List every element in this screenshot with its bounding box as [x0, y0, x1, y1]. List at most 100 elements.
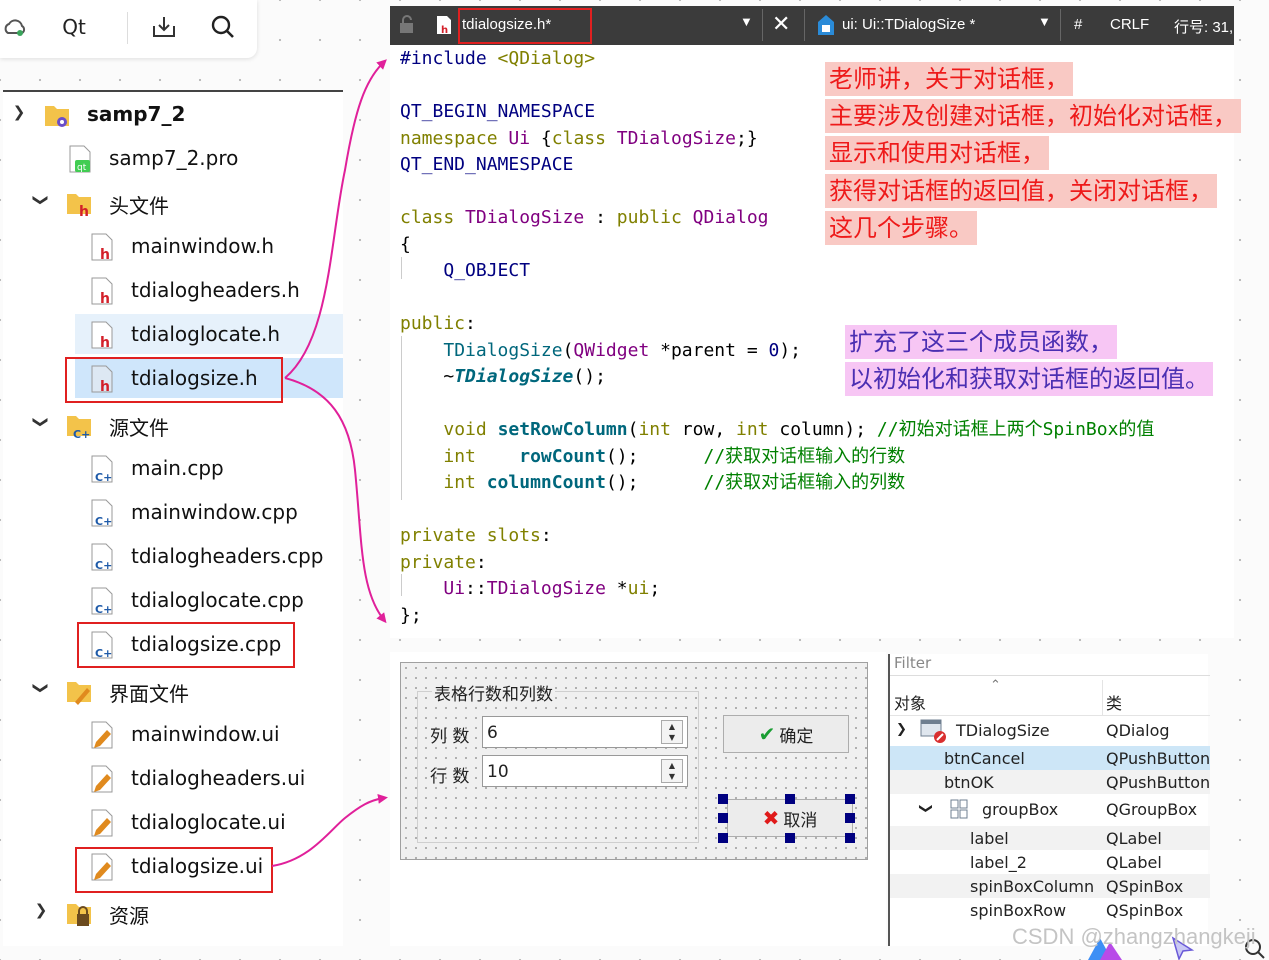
filter-field[interactable]: Filter	[890, 654, 1210, 676]
tree-item-label: tdialoglocate.h	[131, 322, 281, 346]
column-spinbox[interactable]: 6 ▲ ▼	[482, 716, 688, 748]
spin-arrows-icon[interactable]: ▲ ▼	[661, 759, 683, 783]
inspector-row-btncancel[interactable]: btnCancel QPushButton	[890, 746, 1210, 770]
spin-arrows-icon[interactable]: ▲ ▼	[661, 720, 683, 744]
resize-handle[interactable]	[718, 794, 728, 804]
note-pink-line-1: 扩充了这三个成员函数，	[845, 325, 1117, 359]
cloud-icon[interactable]	[0, 10, 30, 44]
tree-group-headers[interactable]: ❯ h 头文件	[3, 182, 343, 222]
object-name: label	[970, 829, 1009, 848]
tree-group-label: 资源	[109, 904, 149, 928]
group-box[interactable]: 表格行数和列数 列 数 6 ▲ ▼ 行 数 10 ▲ ▼	[417, 680, 699, 843]
resize-handle[interactable]	[845, 813, 855, 823]
search-icon[interactable]	[205, 10, 241, 44]
inspector-row-tdialogsize[interactable]: ❯ TDialogSize QDialog	[890, 716, 1210, 746]
cpp-file-icon: C+	[89, 454, 115, 484]
project-name: samp7_2	[87, 102, 186, 126]
download-icon[interactable]	[146, 10, 182, 44]
editor-tab-bar: h tdialogsize.h* ▼ ✕ ui: Ui::TDialogSize…	[390, 6, 1234, 45]
inspector-row-spinboxrow[interactable]: spinBoxRow QSpinBox	[890, 898, 1210, 922]
column-header-object[interactable]: 对象	[894, 690, 926, 714]
object-name: btnOK	[944, 773, 994, 792]
tab-divider	[762, 9, 763, 41]
tree-group-sources[interactable]: ❯ C+ 源文件	[3, 404, 343, 444]
tree-item-project[interactable]: ❯ samp7_2	[3, 94, 343, 134]
svg-text:h: h	[100, 247, 110, 262]
inspector-row-label[interactable]: label QLabel	[890, 826, 1210, 850]
indent-guide	[401, 336, 402, 500]
group-box-title: 表格行数和列数	[432, 680, 555, 705]
object-name: btnCancel	[944, 749, 1025, 768]
tree-item-mainwindow-cpp[interactable]: C+ mainwindow.cpp	[3, 492, 343, 532]
tree-item-label: tdialogheaders.ui	[131, 766, 306, 790]
tree-item-mainwindow-ui[interactable]: mainwindow.ui	[3, 714, 343, 754]
qt-file-icon: qt	[67, 144, 93, 174]
column-divider	[1102, 680, 1103, 716]
tree-item-mainwindow-h[interactable]: h mainwindow.h	[3, 226, 343, 266]
tree-group-label: 头文件	[109, 194, 169, 218]
chevron-down-icon[interactable]: ❯	[31, 678, 51, 698]
tree-item-pro-file[interactable]: qt samp7_2.pro	[3, 138, 343, 178]
tree-item-tdialogheaders-h[interactable]: h tdialogheaders.h	[3, 270, 343, 310]
tree-item-tdialogheaders-cpp[interactable]: C+ tdialogheaders.cpp	[3, 536, 343, 576]
chevron-down-icon[interactable]: ❯	[31, 190, 51, 210]
tree-group-label: 界面文件	[109, 682, 189, 706]
tree-item-tdialoglocate-cpp[interactable]: C+ tdialoglocate.cpp	[3, 580, 343, 620]
row-spinbox[interactable]: 10 ▲ ▼	[482, 755, 688, 787]
hash-indicator[interactable]: #	[1074, 16, 1082, 33]
ok-button[interactable]: ✔ 确定	[723, 715, 849, 753]
chevron-down-icon[interactable]: ▼	[1038, 14, 1051, 29]
column-header-class[interactable]: 类	[1106, 690, 1122, 714]
svg-text:C+: C+	[95, 515, 112, 528]
tree-item-label: main.cpp	[131, 456, 224, 480]
inspector-row-btnok[interactable]: btnOK QPushButton	[890, 770, 1210, 794]
svg-text:C+: C+	[73, 428, 90, 440]
note-red-line-3: 显示和使用对话框，	[825, 136, 1049, 170]
tree-item-tdialoglocate-h[interactable]: h tdialoglocate.h	[75, 314, 343, 354]
line-indicator: 行号: 31,	[1174, 19, 1234, 36]
tree-item-label: mainwindow.h	[131, 234, 275, 258]
tree-item-label: samp7_2.pro	[109, 146, 239, 170]
note-pink-line-2: 以初始化和获取对话框的返回值。	[845, 362, 1213, 396]
object-class: QDialog	[1106, 721, 1170, 740]
cancel-button[interactable]: ✖ 取消	[727, 799, 853, 837]
resize-handle[interactable]	[845, 833, 855, 843]
qt-label[interactable]: Qt	[52, 10, 96, 44]
chevron-down-icon[interactable]: ▼	[740, 14, 753, 29]
resize-handle[interactable]	[718, 833, 728, 843]
tree-group-forms[interactable]: ❯ 界面文件	[3, 670, 343, 710]
inspector-row-groupbox[interactable]: ❯ groupBox QGroupBox	[890, 794, 1210, 826]
chevron-down-icon[interactable]: ❯	[9, 102, 29, 122]
cancel-button-label: 取消	[783, 810, 818, 831]
resize-handle[interactable]	[718, 813, 728, 823]
chevron-down-icon[interactable]: ❯	[896, 722, 907, 737]
cpp-file-icon: C+	[89, 586, 115, 616]
indent-guide	[401, 257, 402, 279]
tree-group-resources[interactable]: ❯ 资源	[3, 892, 343, 932]
resize-handle[interactable]	[785, 794, 795, 804]
cpp-file-icon: C+	[89, 498, 115, 528]
dialog-preview[interactable]: 表格行数和列数 列 数 6 ▲ ▼ 行 数 10 ▲ ▼ ✔ 确定 ✖ 取消	[400, 662, 868, 860]
symbol-selector[interactable]: ui: Ui::TDialogSize *	[842, 16, 975, 33]
filter-placeholder: Filter	[894, 654, 932, 672]
tree-group-label: 源文件	[109, 416, 169, 440]
object-name: spinBoxColumn	[970, 877, 1095, 896]
form-folder-icon	[65, 676, 91, 706]
ui-file-icon	[89, 720, 115, 750]
tree-item-tdialoglocate-ui[interactable]: tdialoglocate.ui	[3, 802, 343, 842]
inspector-row-spinboxcolumn[interactable]: spinBoxColumn QSpinBox	[890, 874, 1210, 898]
eol-indicator[interactable]: CRLF	[1110, 16, 1149, 33]
lock-icon[interactable]	[398, 14, 418, 38]
chevron-right-icon[interactable]: ❯	[31, 900, 51, 920]
close-icon[interactable]: ✕	[772, 11, 790, 37]
watermark: CSDN @zhangzhangkeji	[1012, 924, 1256, 949]
resize-handle[interactable]	[845, 794, 855, 804]
chevron-down-icon[interactable]: ❯	[918, 803, 933, 814]
inspector-row-label-2[interactable]: label_2 QLabel	[890, 850, 1210, 874]
tree-item-main-cpp[interactable]: C+ main.cpp	[3, 448, 343, 488]
note-red-line-4: 获得对话框的返回值，关闭对话框，	[825, 174, 1217, 208]
chevron-down-icon[interactable]: ❯	[31, 412, 51, 432]
inspector-header: 对象 ⌃ 类	[890, 678, 1210, 716]
tree-item-tdialogheaders-ui[interactable]: tdialogheaders.ui	[3, 758, 343, 798]
resize-handle[interactable]	[785, 833, 795, 843]
